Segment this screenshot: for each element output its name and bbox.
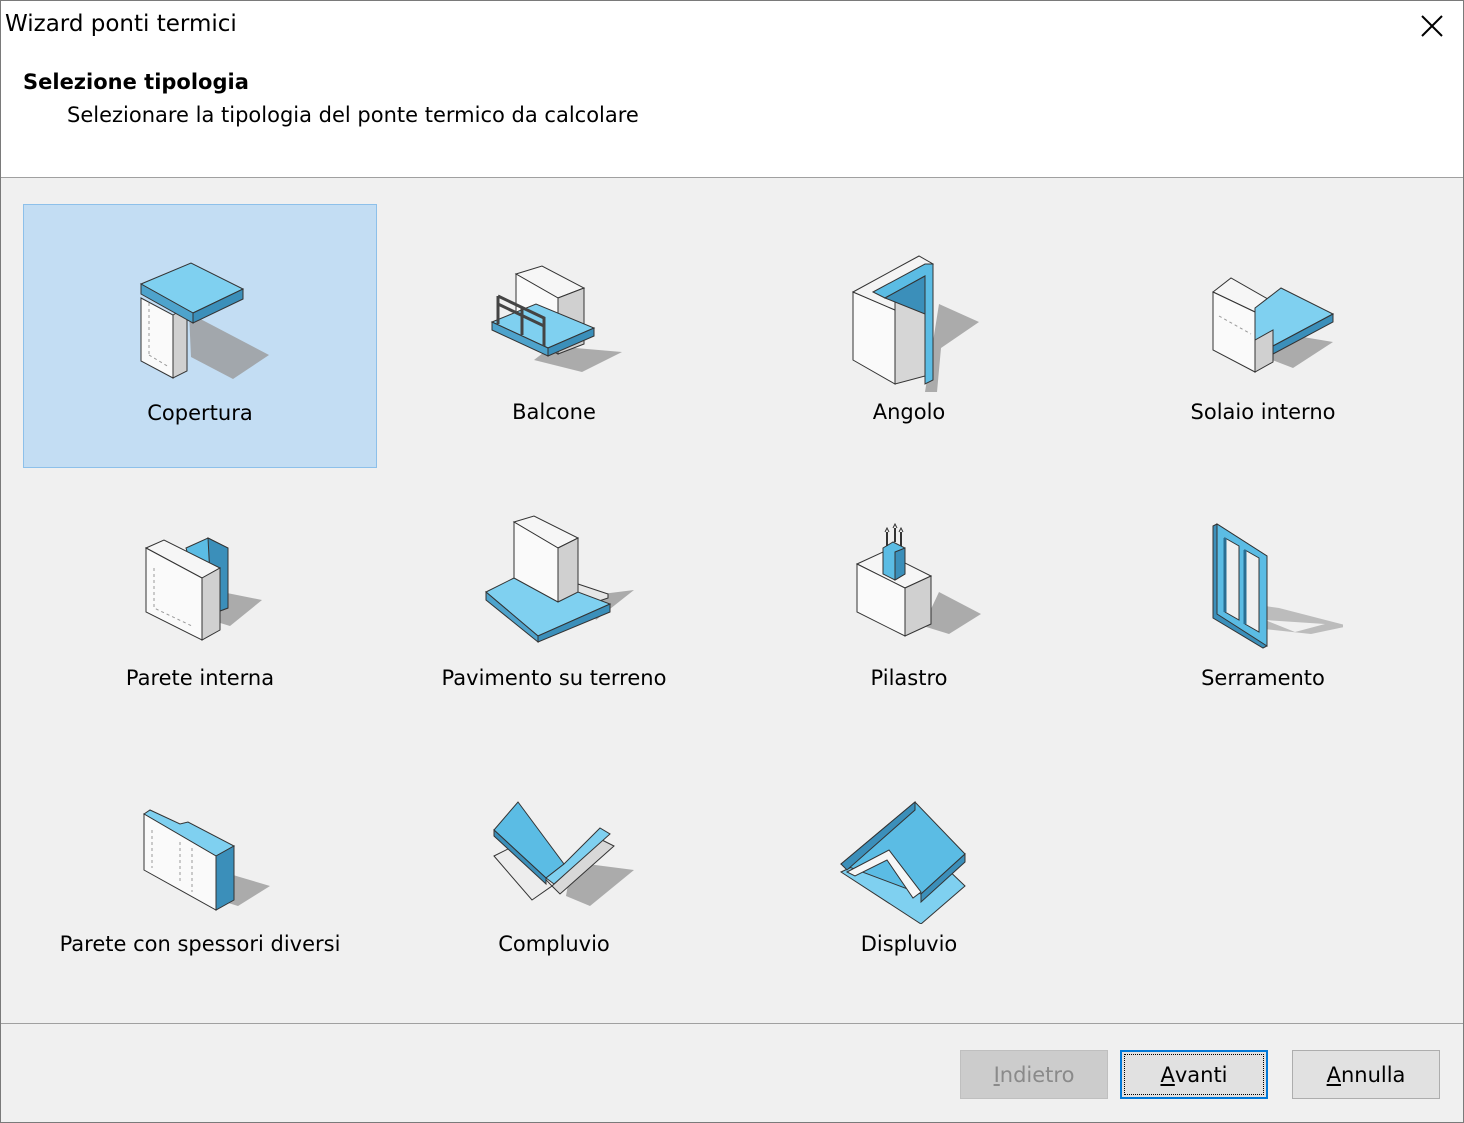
tile-displuvio[interactable]: Displuvio (732, 736, 1086, 1000)
tile-label: Pavimento su terreno (441, 666, 667, 690)
internal-floor-icon (1212, 277, 1335, 373)
tile-compluvio[interactable]: Compluvio (377, 736, 731, 1000)
tile-angolo[interactable]: Angolo (732, 204, 1086, 468)
next-button[interactable]: Avanti (1120, 1050, 1268, 1099)
valley-icon (493, 801, 634, 906)
tile-label: Displuvio (860, 932, 958, 956)
tile-pavimento-su-terreno[interactable]: Pavimento su terreno (377, 470, 731, 734)
page-title: Selezione tipologia (23, 70, 249, 94)
tile-label: Pilastro (870, 666, 948, 690)
tile-label: Serramento (1201, 666, 1325, 690)
next-label: vanti (1174, 1062, 1228, 1087)
tile-label: Parete interna (125, 666, 275, 690)
ground-floor-icon (485, 515, 634, 644)
cancel-label: nnulla (1340, 1062, 1406, 1087)
balcony-icon (490, 265, 622, 372)
corner-icon (851, 255, 979, 392)
tile-label: Balcone (512, 400, 596, 424)
tile-solaio-interno[interactable]: Solaio interno (1086, 204, 1440, 468)
ridge-icon (839, 800, 966, 924)
cancel-mnemonic: A (1326, 1062, 1341, 1087)
back-label: ndietro (999, 1062, 1075, 1087)
tile-serramento[interactable]: Serramento (1086, 470, 1440, 734)
back-button[interactable]: Indietro (960, 1050, 1108, 1099)
pillar-icon (855, 522, 981, 637)
window-title: Wizard ponti termici (5, 11, 237, 37)
tile-parete-interna[interactable]: Parete interna (23, 470, 377, 734)
next-mnemonic: A (1160, 1062, 1175, 1087)
page-subtitle: Selezionare la tipologia del ponte termi… (67, 103, 639, 127)
internal-wall-icon (144, 537, 262, 641)
cancel-button[interactable]: Annulla (1292, 1050, 1440, 1099)
tile-label: Angolo (872, 400, 946, 424)
wizard-header: Selezione tipologia Selezionare la tipol… (1, 53, 1463, 178)
tile-label: Solaio interno (1190, 400, 1336, 424)
wall-thickness-change-icon (143, 809, 270, 911)
tile-balcone[interactable]: Balcone (377, 204, 731, 468)
window-frame-icon (1212, 523, 1343, 649)
tile-label: Parete con spessori diversi (59, 932, 341, 956)
tile-label: Copertura (147, 401, 253, 425)
tile-parete-con-spessori-diversi[interactable]: Parete con spessori diversi (23, 736, 377, 1000)
tile-label: Compluvio (498, 932, 610, 956)
wizard-window: Wizard ponti termici Selezione tipologia… (0, 0, 1464, 1123)
close-button[interactable] (1401, 1, 1463, 51)
title-bar: Wizard ponti termici (1, 1, 1463, 53)
tile-pilastro[interactable]: Pilastro (732, 470, 1086, 734)
roof-junction-icon (139, 262, 269, 379)
tile-copertura[interactable]: Copertura (23, 204, 377, 468)
footer-divider (1, 1023, 1463, 1024)
close-icon (1421, 15, 1443, 37)
